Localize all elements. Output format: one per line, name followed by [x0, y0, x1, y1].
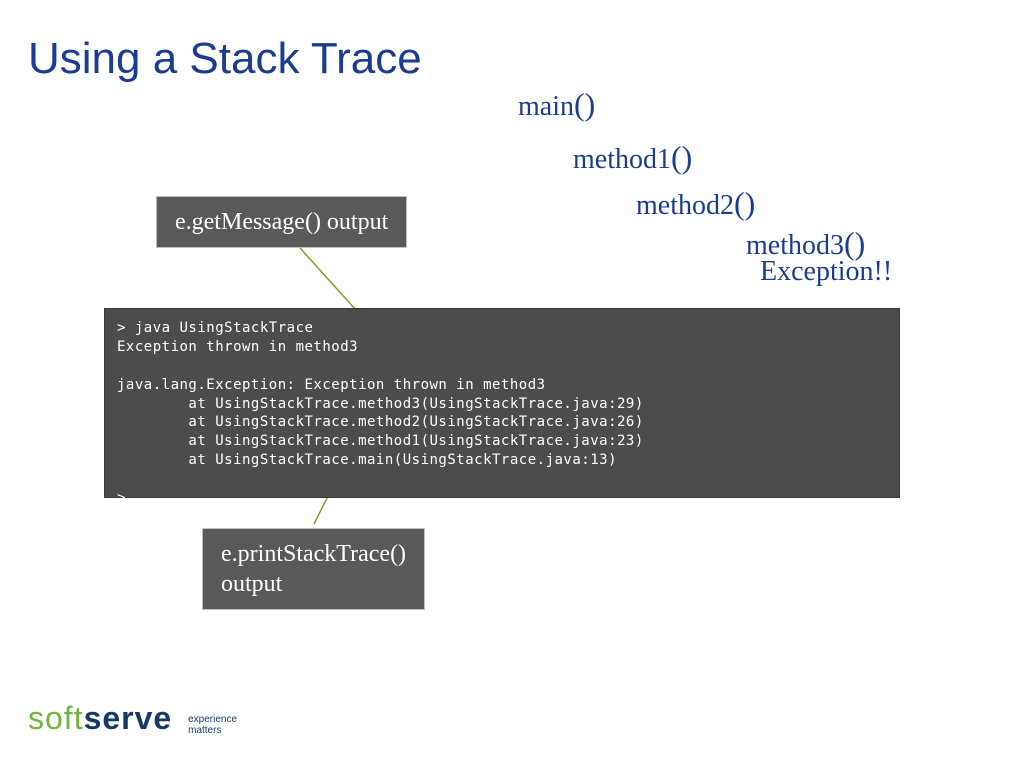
- console-line: at UsingStackTrace.main(UsingStackTrace.…: [117, 452, 617, 468]
- paren-icon: (): [671, 139, 692, 175]
- softserve-logo: softserve experience matters: [28, 700, 237, 737]
- console-output: > java UsingStackTrace Exception thrown …: [104, 308, 900, 498]
- console-line: at UsingStackTrace.method3(UsingStackTra…: [117, 396, 644, 412]
- logo-tagline: experience matters: [188, 714, 237, 736]
- logo-serve: serve: [84, 700, 173, 736]
- callstack-name: method1: [573, 144, 671, 175]
- getmessage-text: e.getMessage() output: [175, 209, 388, 235]
- getmessage-label-box: e.getMessage() output: [156, 196, 407, 248]
- callstack-method1: method1(): [573, 139, 692, 176]
- logo-tag-line1: experience: [188, 714, 237, 725]
- console-line: >: [117, 490, 126, 506]
- paren-icon: (): [574, 86, 595, 122]
- printstack-line1: e.printStackTrace(): [221, 541, 406, 567]
- console-line: > java UsingStackTrace: [117, 320, 313, 336]
- paren-icon: (): [734, 185, 755, 221]
- logo-tag-line2: matters: [188, 725, 221, 736]
- callstack-method2: method2(): [636, 185, 755, 222]
- console-line: Exception thrown in method3: [117, 339, 358, 355]
- exception-label: Exception!!: [760, 256, 892, 288]
- printstack-line2: output: [221, 571, 282, 597]
- callstack-name: method2: [636, 190, 734, 221]
- slide-title: Using a Stack Trace: [28, 34, 422, 84]
- callstack-name: main: [518, 91, 574, 122]
- console-line: at UsingStackTrace.method2(UsingStackTra…: [117, 414, 644, 430]
- console-line: at UsingStackTrace.method1(UsingStackTra…: [117, 433, 644, 449]
- callstack-main: main(): [518, 86, 595, 123]
- logo-soft: soft: [28, 700, 84, 736]
- printstack-label-box: e.printStackTrace() output: [202, 528, 425, 610]
- console-line: java.lang.Exception: Exception thrown in…: [117, 377, 546, 393]
